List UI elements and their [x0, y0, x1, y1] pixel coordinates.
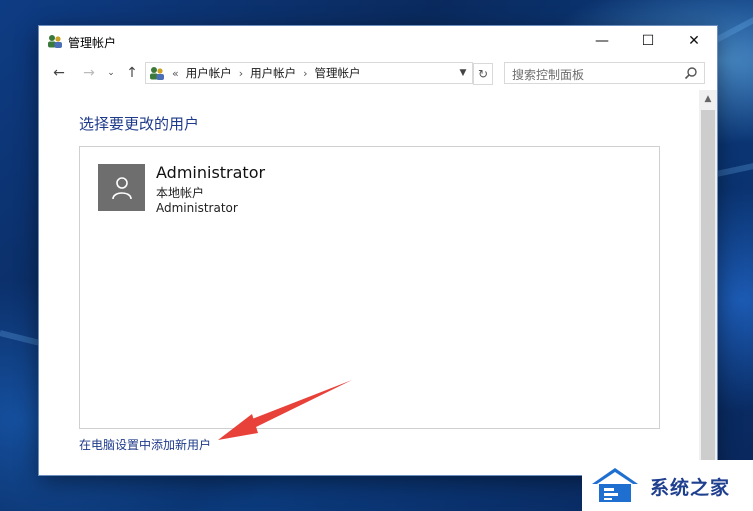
user-list: Administrator 本地帐户 Administrator: [79, 146, 660, 429]
scroll-thumb[interactable]: [701, 110, 715, 473]
user-account-type: 本地帐户: [156, 186, 205, 200]
search-input[interactable]: 搜索控制面板: [504, 62, 705, 84]
add-new-user-link[interactable]: 在电脑设置中添加新用户: [79, 436, 211, 453]
breadcrumb-item[interactable]: 用户帐户: [250, 65, 296, 81]
user-role: Administrator: [156, 201, 238, 215]
refresh-button[interactable]: ↻: [473, 63, 493, 85]
breadcrumb-overflow[interactable]: «: [172, 67, 179, 80]
breadcrumb-separator-icon[interactable]: ›: [303, 67, 307, 80]
breadcrumb-separator-icon[interactable]: ›: [239, 67, 243, 80]
search-placeholder: 搜索控制面板: [512, 68, 585, 82]
breadcrumb-item[interactable]: 管理帐户: [315, 65, 361, 81]
watermark-text: 系统之家: [650, 477, 731, 499]
breadcrumb-item[interactable]: 用户帐户: [186, 65, 232, 81]
user-name[interactable]: Administrator: [156, 163, 265, 182]
user-icon: [111, 176, 132, 199]
forward-button[interactable]: →: [79, 63, 99, 83]
minimize-button[interactable]: —: [579, 26, 625, 56]
watermark: 系统之家: [582, 460, 753, 511]
title-bar: 管理帐户 — ☐ ✕: [39, 26, 717, 56]
users-icon: [150, 67, 164, 80]
navigation-bar: ← → ⌄ ↑ « 用户帐户 › 用户帐户 › 管理帐户 ▼ ↻ 搜索控制面板: [39, 60, 717, 86]
back-button[interactable]: ←: [49, 63, 69, 83]
search-icon[interactable]: [684, 66, 698, 80]
scroll-up-icon[interactable]: ▲: [699, 90, 717, 108]
avatar[interactable]: [98, 164, 145, 211]
window-title: 管理帐户: [68, 36, 117, 50]
manage-accounts-window: 管理帐户 — ☐ ✕ ← → ⌄ ↑ « 用户帐户 › 用户帐户 › 管理帐户 …: [39, 26, 717, 475]
house-logo-icon: [592, 468, 638, 502]
recent-locations-button[interactable]: ⌄: [105, 63, 117, 83]
users-icon: [48, 35, 62, 48]
up-button[interactable]: ↑: [123, 63, 141, 83]
close-button[interactable]: ✕: [671, 26, 717, 56]
page-title: 选择要更改的用户: [79, 115, 200, 133]
maximize-button[interactable]: ☐: [625, 26, 671, 56]
vertical-scrollbar[interactable]: ▲: [699, 90, 717, 475]
chevron-down-icon[interactable]: ▼: [456, 64, 470, 82]
address-bar[interactable]: « 用户帐户 › 用户帐户 › 管理帐户 ▼: [145, 62, 473, 84]
main-content: 选择要更改的用户 Administrator 本地帐户 Administrato…: [39, 90, 699, 475]
